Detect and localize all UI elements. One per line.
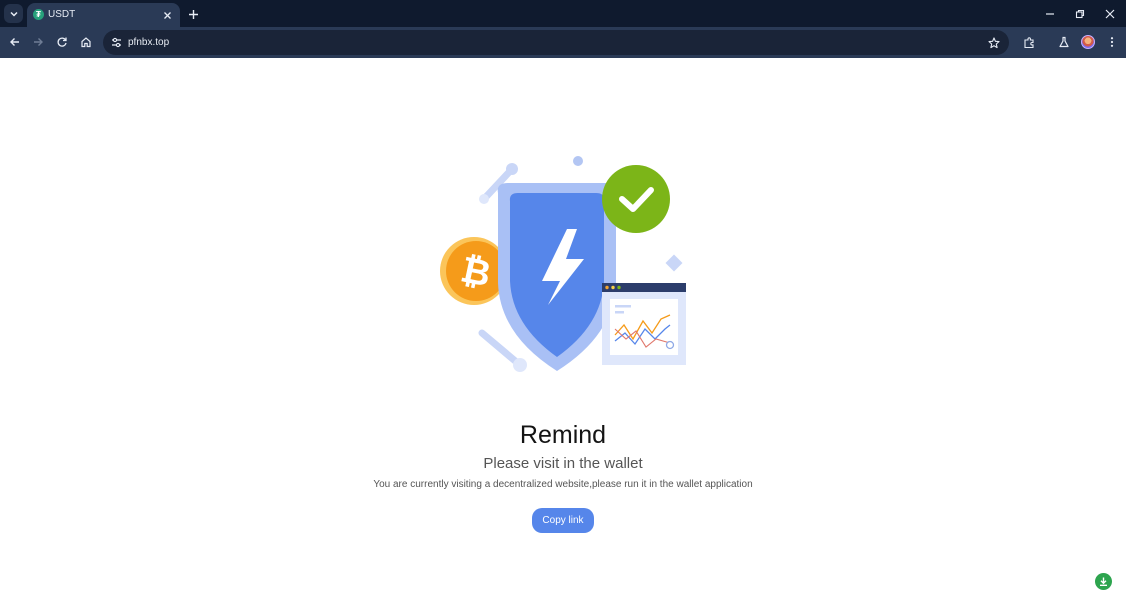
tune-icon (112, 37, 121, 48)
arrow-right-icon (34, 38, 43, 46)
home-icon (81, 37, 91, 48)
restore-icon (1075, 9, 1085, 19)
forward-button[interactable] (28, 32, 48, 52)
floating-helper-button[interactable] (1095, 573, 1112, 590)
bookmark-button[interactable] (985, 34, 1002, 51)
extensions-button[interactable] (1019, 32, 1039, 52)
minimize-button[interactable] (1041, 5, 1059, 23)
star-icon (987, 36, 1000, 48)
close-window-button[interactable] (1101, 5, 1119, 23)
reload-button[interactable] (52, 32, 72, 52)
restore-button[interactable] (1071, 5, 1089, 23)
tab-search-button[interactable] (4, 4, 23, 23)
back-button[interactable] (5, 32, 25, 52)
tab-strip: ₮ USDT (0, 0, 1126, 27)
usdt-tether-icon: ₮ (33, 9, 44, 20)
close-icon (1105, 9, 1115, 19)
new-tab-button[interactable] (185, 6, 201, 22)
site-info-button[interactable] (109, 35, 124, 50)
flask-icon (1059, 36, 1069, 48)
tab-close-button[interactable] (160, 8, 174, 22)
kebab-menu-icon (1110, 37, 1114, 47)
home-button[interactable] (76, 32, 96, 52)
page-subtitle: Please visit in the wallet (483, 455, 643, 472)
address-url[interactable]: pfnbx.top (128, 36, 169, 49)
bitcoin-icon: ₿ (440, 237, 508, 305)
tab-active[interactable]: ₮ USDT (27, 3, 180, 27)
close-icon (163, 11, 171, 19)
browser-toolbar: pfnbx.top (0, 27, 1126, 58)
chevron-down-icon (9, 11, 18, 17)
labs-button[interactable] (1054, 32, 1074, 52)
plus-icon (188, 9, 198, 19)
shield-icon (497, 183, 617, 371)
copy-link-button[interactable]: Copy link (532, 508, 594, 533)
arrow-left-icon (10, 38, 19, 46)
address-bar[interactable]: pfnbx.top (103, 30, 1009, 55)
page-title: Remind (519, 421, 607, 449)
security-illustration: ₿ (440, 156, 686, 372)
tab-title: USDT (48, 9, 76, 20)
analytics-window-icon (602, 283, 686, 365)
page-description: You are currently visiting a decentraliz… (373, 479, 753, 490)
page-content: ₿ Remind Please visit in the wallet You … (0, 58, 1126, 602)
reload-icon (57, 37, 67, 47)
menu-button[interactable] (1102, 32, 1122, 52)
minimize-icon (1046, 13, 1054, 15)
profile-avatar[interactable] (1081, 35, 1095, 49)
puzzle-icon (1023, 36, 1034, 48)
check-badge-icon (602, 165, 670, 233)
download-icon (1100, 577, 1107, 586)
